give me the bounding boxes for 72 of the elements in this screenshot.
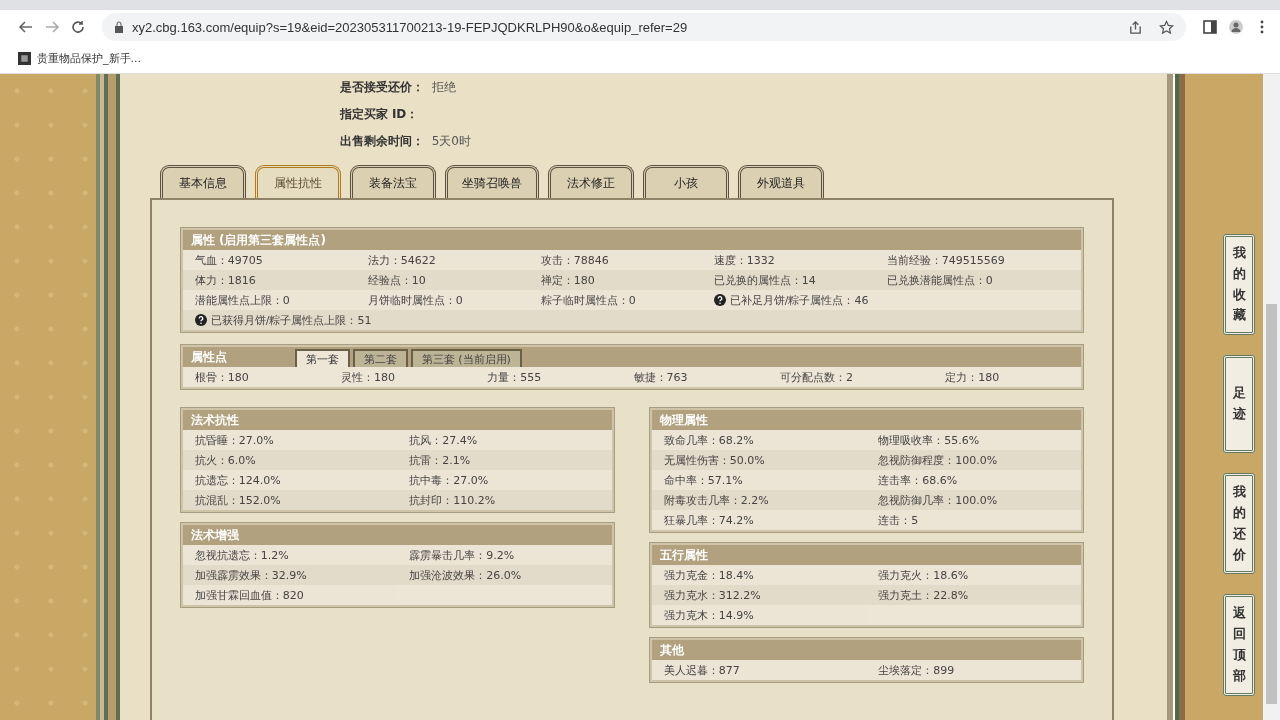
attribute-cell: 抗混乱：152.0% xyxy=(182,490,398,510)
attribute-cell-text: 法力：54622 xyxy=(367,252,437,268)
attribute-cell-text: 体力：1816 xyxy=(194,272,257,288)
panel-header: 属性 (启用第三套属性点) xyxy=(182,230,1082,250)
tab[interactable]: 法术修正 xyxy=(547,165,634,198)
bookmark-icon xyxy=(18,52,31,65)
tab[interactable]: 装备法宝 xyxy=(349,165,436,198)
attribute-cell-text: 潜能属性点上限：0 xyxy=(194,292,291,308)
side-button[interactable]: 返回顶部 xyxy=(1223,594,1256,696)
share-icon[interactable] xyxy=(1128,19,1143,35)
star-icon[interactable] xyxy=(1159,19,1174,35)
attribute-cell-text: 当前经验：749515569 xyxy=(886,252,1006,268)
attribute-cell-text: 已兑换的属性点：14 xyxy=(713,272,817,288)
attribute-cell: 敏捷：763 xyxy=(633,369,688,385)
field-label: 是否接受还价： xyxy=(339,79,425,96)
address-bar[interactable]: xy2.cbg.163.com/equip?s=19&eid=202305311700213-19-FEPJQDKRLPH90&o&equip_refer=29 xyxy=(102,13,1186,41)
tab[interactable]: 第三套 (当前启用) xyxy=(410,349,522,367)
attribute-cell: 加强沧波效果：26.0% xyxy=(397,565,612,585)
attribute-cell: 附毒攻击几率：2.2% xyxy=(651,490,867,510)
attribute-cell: 力量：555 xyxy=(487,369,542,385)
attribute-cell: 已获得月饼/粽子属性点上限：51 xyxy=(194,312,372,328)
reload-icon[interactable] xyxy=(70,19,86,35)
panel-header: 物理属性 xyxy=(651,410,1081,430)
tab[interactable]: 坐骑召唤兽 xyxy=(444,165,539,198)
attribute-cell: 忽视防御程度：100.0% xyxy=(866,450,1081,470)
attribute-cell: 抗封印：110.2% xyxy=(397,490,612,510)
attribute-cell-text: 已兑换潜能属性点：0 xyxy=(886,272,994,288)
attribute-cell: 定力：180 xyxy=(945,369,1000,385)
attribute-cell-text: 气血：49705 xyxy=(194,252,264,268)
attribute-cell-text: 禅定：180 xyxy=(540,272,596,288)
tab[interactable]: 第二套 xyxy=(352,349,408,367)
panel-header: 五行属性 xyxy=(651,545,1081,565)
panel-header: 法术增强 xyxy=(182,525,612,545)
attribute-cell-text: 攻击：78846 xyxy=(540,252,610,268)
panel-header: 其他 xyxy=(651,640,1081,660)
attribute-cell-text: 速度：1332 xyxy=(713,252,776,268)
help-icon[interactable] xyxy=(713,294,726,306)
tab[interactable]: 外观道具 xyxy=(737,165,824,198)
back-icon[interactable] xyxy=(18,19,34,35)
tab[interactable]: 小孩 xyxy=(642,165,729,198)
attribute-cell: 加强霹雳效果：32.9% xyxy=(182,565,398,585)
side-button[interactable]: 足迹 xyxy=(1223,355,1256,454)
attribute-cell: 忽视防御几率：100.0% xyxy=(866,490,1081,510)
panel-title: 属性点 xyxy=(190,348,228,366)
attribute-cell-text: 经验点：10 xyxy=(367,272,427,288)
lock-icon xyxy=(114,21,124,33)
field-value: 5天0时 xyxy=(431,133,471,150)
attribute-cell: 强力克土：22.8% xyxy=(866,585,1081,605)
attribute-cell: 强力克水：312.2% xyxy=(651,585,867,605)
attribute-cell: 灵性：180 xyxy=(341,369,395,385)
attribute-cell-text: 粽子临时属性点：0 xyxy=(540,292,637,308)
field-label: 出售剩余时间： xyxy=(339,133,425,150)
help-icon[interactable] xyxy=(194,314,207,326)
sidebar-icon[interactable] xyxy=(1202,19,1218,35)
attribute-cell: 无属性伤害：50.0% xyxy=(651,450,867,470)
attribute-cell: 抗雷：2.1% xyxy=(397,450,612,470)
side-button[interactable]: 我的收藏 xyxy=(1223,234,1256,336)
panel-header: 法术抗性 xyxy=(182,410,612,430)
bookmark-link[interactable]: 贵重物品保护_新手... xyxy=(18,51,141,66)
attribute-cell: 可分配点数：2 xyxy=(779,369,853,385)
attribute-cell: 根骨：180 xyxy=(194,369,249,385)
tab[interactable]: 基本信息 xyxy=(159,165,246,198)
attribute-cell-text: 月饼临时属性点：0 xyxy=(367,292,464,308)
attribute-cell: 抗火：6.0% xyxy=(182,450,398,470)
field-value: 拒绝 xyxy=(431,79,456,96)
tab[interactable]: 第一套 xyxy=(294,349,350,367)
profile-icon[interactable] xyxy=(1228,19,1244,35)
field-label: 指定买家 ID： xyxy=(339,106,420,123)
tab[interactable]: 属性抗性 xyxy=(254,165,341,198)
scrollbar[interactable] xyxy=(1263,74,1280,720)
side-button[interactable]: 我的还价 xyxy=(1223,473,1256,575)
attribute-cell: 已补足月饼/粽子属性点：46 xyxy=(713,292,887,308)
